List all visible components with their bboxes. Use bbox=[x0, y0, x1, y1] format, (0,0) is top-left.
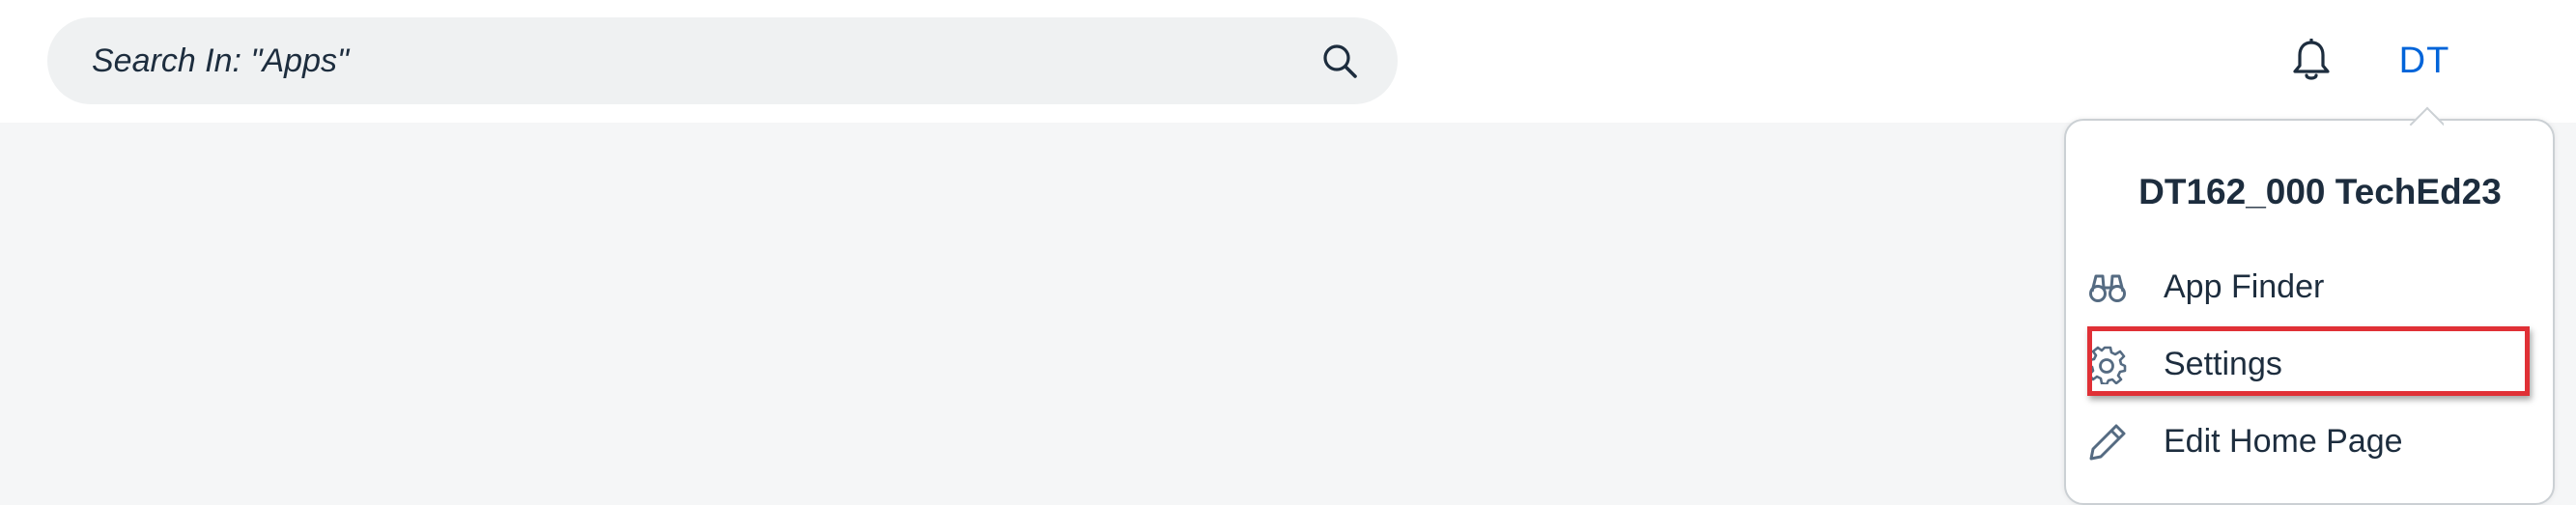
search-input[interactable] bbox=[92, 17, 1289, 104]
menu-item-edit-home-page[interactable]: Edit Home Page bbox=[2086, 409, 2531, 473]
user-avatar[interactable]: DT bbox=[2386, 29, 2463, 93]
menu-item-label: Settings bbox=[2164, 346, 2282, 382]
menu-item-label: App Finder bbox=[2164, 268, 2325, 305]
menu-item-app-finder[interactable]: App Finder bbox=[2086, 255, 2531, 319]
search-icon[interactable] bbox=[1320, 42, 1359, 80]
menu-item-label: Edit Home Page bbox=[2164, 423, 2403, 460]
gear-icon bbox=[2088, 346, 2127, 384]
pencil-icon bbox=[2089, 424, 2126, 461]
menu-item-settings[interactable]: Settings bbox=[2086, 332, 2531, 396]
shell-header: DT bbox=[0, 0, 2576, 123]
user-name: DT162_000 TechEd23 bbox=[2138, 172, 2502, 211]
binoculars-icon bbox=[2089, 274, 2126, 302]
bell-icon[interactable] bbox=[2291, 39, 2332, 83]
search-bar[interactable] bbox=[47, 17, 1398, 104]
popover-arrow bbox=[2409, 102, 2444, 137]
